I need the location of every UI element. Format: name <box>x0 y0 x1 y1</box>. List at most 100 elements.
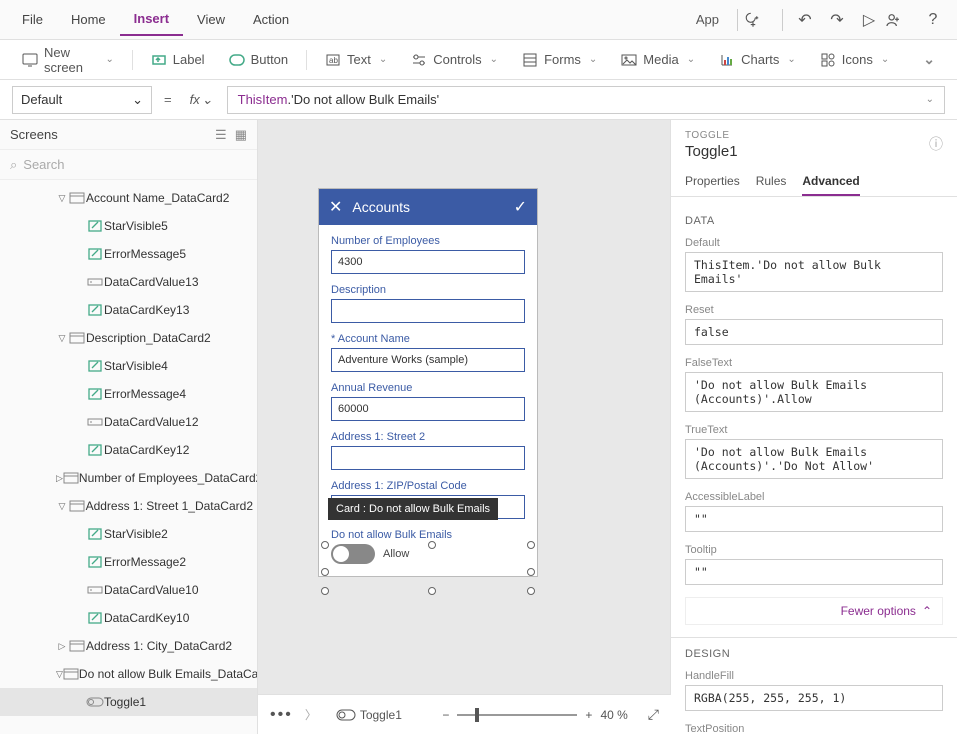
tree-item[interactable]: ErrorMessage4 <box>0 380 257 408</box>
tree-item[interactable]: DataCardValue13 <box>0 268 257 296</box>
tree-item[interactable]: DataCardKey12 <box>0 436 257 464</box>
tree-item[interactable]: ▷Address 1: City_DataCard2 <box>0 632 257 660</box>
tooltip-value[interactable]: "" <box>685 559 943 585</box>
menu-bar: File Home Insert View Action App ↶ ↷ ▷ ? <box>0 0 957 40</box>
edit-icon <box>86 610 104 626</box>
accessiblelabel-value[interactable]: "" <box>685 506 943 532</box>
tree-search[interactable]: ⌕ Search <box>0 150 257 180</box>
section-design: DESIGN <box>685 648 943 660</box>
forms-dropdown[interactable]: Forms⌄ <box>512 48 607 72</box>
menu-action[interactable]: Action <box>239 4 303 35</box>
edit-icon <box>86 554 104 570</box>
tree-item[interactable]: ErrorMessage2 <box>0 548 257 576</box>
fx-label[interactable]: fx⌄ <box>184 92 219 108</box>
field-label: Do not allow Bulk Emails <box>331 529 525 541</box>
tab-properties[interactable]: Properties <box>685 168 740 196</box>
menu-view[interactable]: View <box>183 4 239 35</box>
panel-help-icon[interactable]: ⓘ <box>929 134 943 154</box>
account-name-input[interactable] <box>331 348 525 372</box>
tree-item[interactable]: DataCardKey13 <box>0 296 257 324</box>
label-button[interactable]: Label <box>141 48 215 72</box>
share-icon[interactable] <box>885 12 917 28</box>
menu-home[interactable]: Home <box>57 4 120 35</box>
media-dropdown[interactable]: Media⌄ <box>611 48 705 72</box>
checker-icon[interactable] <box>744 11 776 29</box>
field-label: * Account Name <box>331 333 525 345</box>
charts-dropdown[interactable]: Charts⌄ <box>709 48 806 72</box>
breadcrumb-item[interactable]: Toggle1 <box>329 705 409 725</box>
employees-input[interactable] <box>331 250 525 274</box>
tree-grid-view-icon[interactable]: ▦ <box>235 127 247 143</box>
canvas[interactable]: ✕ Accounts ✓ Number of Employees Descrip… <box>258 120 671 734</box>
field-label: Number of Employees <box>331 235 525 247</box>
reset-value[interactable]: false <box>685 319 943 345</box>
tree-item[interactable]: ▽Description_DataCard2 <box>0 324 257 352</box>
menu-app[interactable]: App <box>684 12 731 27</box>
prop-label: TextPosition <box>685 723 943 734</box>
screen-icon <box>22 52 38 68</box>
tree-list-view-icon[interactable]: ☰ <box>215 127 227 143</box>
undo-icon[interactable]: ↶ <box>789 10 821 30</box>
tree-item[interactable]: DataCardValue12 <box>0 408 257 436</box>
expand-icon[interactable]: ⤢ <box>648 706 659 723</box>
text-dropdown[interactable]: ab Text⌄ <box>315 48 397 72</box>
tree-item[interactable]: DataCardKey10 <box>0 604 257 632</box>
prop-label: HandleFill <box>685 670 943 682</box>
tree-item[interactable]: ▽Account Name_DataCard2 <box>0 184 257 212</box>
button-button[interactable]: Button <box>219 48 299 72</box>
zoom-level: 40 % <box>600 708 627 722</box>
truetext-value[interactable]: 'Do not allow Bulk Emails (Accounts)'.'D… <box>685 439 943 479</box>
field-label: Annual Revenue <box>331 382 525 394</box>
zoom-slider[interactable] <box>457 714 577 716</box>
redo-icon[interactable]: ↷ <box>821 10 853 30</box>
tab-rules[interactable]: Rules <box>756 168 787 196</box>
formula-input[interactable]: ThisItem.'Do not allow Bulk Emails' ⌄ <box>227 86 945 114</box>
zoom-out[interactable]: − <box>442 708 449 722</box>
tree-item[interactable]: StarVisible2 <box>0 520 257 548</box>
menu-file[interactable]: File <box>8 4 57 35</box>
breadcrumb-more[interactable]: ••• <box>270 706 293 724</box>
handlefill-value[interactable]: RGBA(255, 255, 255, 1) <box>685 685 943 711</box>
media-icon <box>621 52 637 68</box>
property-selector[interactable]: Default⌄ <box>12 86 152 114</box>
close-icon[interactable]: ✕ <box>329 197 342 217</box>
input-icon <box>86 274 104 290</box>
falsetext-value[interactable]: 'Do not allow Bulk Emails (Accounts)'.Al… <box>685 372 943 412</box>
equals-label: = <box>160 92 176 107</box>
tree-item[interactable]: StarVisible4 <box>0 352 257 380</box>
tree-item[interactable]: ErrorMessage5 <box>0 240 257 268</box>
formula-bar: Default⌄ = fx⌄ ThisItem.'Do not allow Bu… <box>0 80 957 120</box>
help-icon[interactable]: ? <box>917 11 949 29</box>
screen-header: ✕ Accounts ✓ <box>319 189 537 225</box>
card-icon <box>63 666 79 682</box>
ribbon-more[interactable]: ⌄ <box>911 47 945 72</box>
svg-text:ab: ab <box>329 56 338 65</box>
tree-item[interactable]: Toggle1 <box>0 688 257 716</box>
tree-item[interactable]: DataCardValue10 <box>0 576 257 604</box>
default-value[interactable]: ThisItem.'Do not allow Bulk Emails' <box>685 252 943 292</box>
ribbon: New screen⌄ Label Button ab Text⌄ Contro… <box>0 40 957 80</box>
zoom-in[interactable]: + <box>585 708 592 722</box>
tab-advanced[interactable]: Advanced <box>802 168 859 196</box>
bulk-email-toggle[interactable] <box>331 544 375 564</box>
search-icon: ⌕ <box>10 157 17 173</box>
edit-icon <box>86 526 104 542</box>
play-icon[interactable]: ▷ <box>853 10 885 30</box>
tree-item[interactable]: StarVisible5 <box>0 212 257 240</box>
description-input[interactable] <box>331 299 525 323</box>
toggle-state-label: Allow <box>383 548 409 560</box>
icons-dropdown[interactable]: Icons⌄ <box>810 48 899 72</box>
tree-item[interactable]: ▽Do not allow Bulk Emails_DataCard2 <box>0 660 257 688</box>
menu-insert[interactable]: Insert <box>120 3 183 36</box>
field-label: Description <box>331 284 525 296</box>
card-icon <box>68 498 86 514</box>
revenue-input[interactable] <box>331 397 525 421</box>
submit-icon[interactable]: ✓ <box>514 197 527 217</box>
controls-dropdown[interactable]: Controls⌄ <box>401 48 508 72</box>
icons-icon <box>820 52 836 68</box>
tree-item[interactable]: ▷Number of Employees_DataCard2 <box>0 464 257 492</box>
street2-input[interactable] <box>331 446 525 470</box>
fewer-options-button[interactable]: Fewer options⌃ <box>685 597 943 625</box>
new-screen-button[interactable]: New screen⌄ <box>12 41 124 79</box>
tree-item[interactable]: ▽Address 1: Street 1_DataCard2 <box>0 492 257 520</box>
